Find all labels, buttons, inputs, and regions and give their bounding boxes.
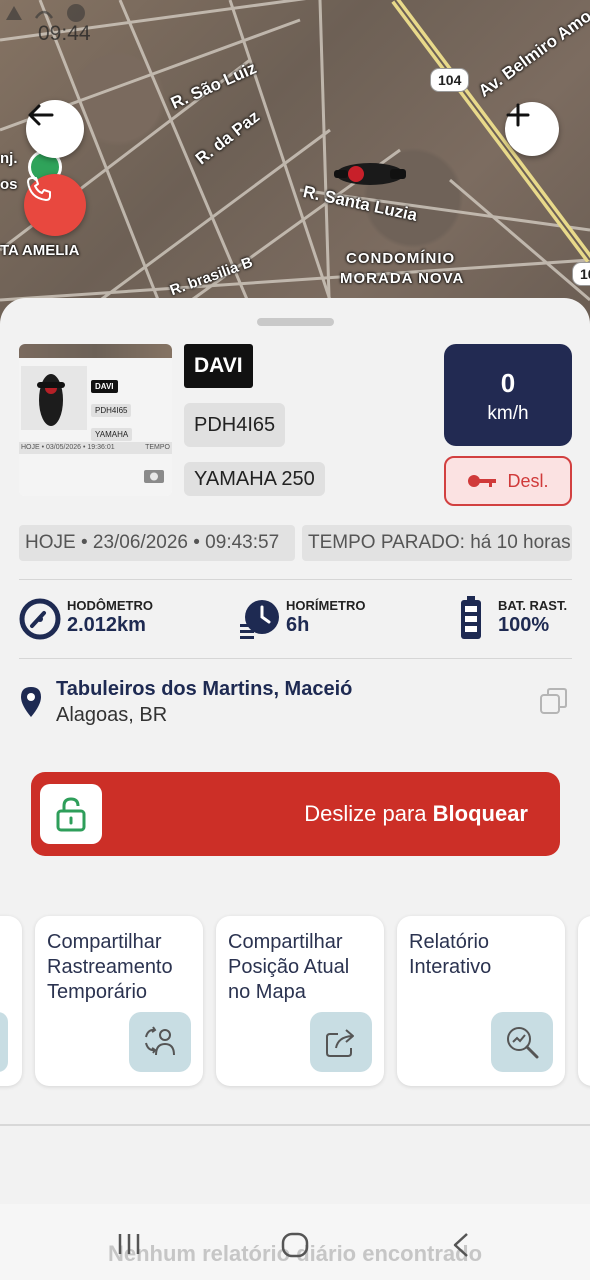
plus-icon (506, 103, 530, 127)
thumbnail-date-bar: HOJE • 03/05/2026 • 19:36:01 TEMPO (19, 442, 172, 454)
share-users-icon (145, 1026, 175, 1056)
action-card-partial-right[interactable] (578, 916, 590, 1086)
speed-unit: km/h (487, 403, 529, 424)
place-label: CONDOMÍNIO (346, 250, 456, 267)
thumbnail-name: DAVI (91, 380, 118, 393)
divider (0, 1124, 590, 1126)
odometer-value: 2.012km (67, 614, 146, 636)
copy-icon[interactable] (539, 686, 569, 716)
address-line-1: Tabuleiros dos Martins, Maceió (56, 678, 353, 700)
hourmeter-stat: HORÍMETRO 6h (240, 594, 390, 644)
phone-icon (27, 177, 51, 201)
zoom-in-button[interactable] (505, 102, 559, 156)
share-temporary-tracking-card[interactable]: Compartilhar Rastreamento Temporário (35, 916, 203, 1086)
camera-icon[interactable] (143, 466, 165, 484)
vehicle-marker-icon[interactable] (328, 154, 412, 194)
sheet-drag-handle[interactable] (257, 318, 334, 326)
partial-card-icon (0, 1012, 8, 1072)
thumbnail-date: HOJE • 03/05/2026 • 19:36:01 (21, 444, 115, 451)
thumbnail-plate: PDH4I65 (91, 404, 132, 417)
battery-label: BAT. RAST. (498, 598, 568, 613)
clock-icon (240, 600, 279, 639)
card-title: Compartilhar Rastreamento Temporário (47, 931, 173, 1003)
odometer-stat: HODÔMETRO 2.012km (19, 594, 189, 644)
thumbnail-bar-right: TEMPO (145, 444, 170, 451)
status-icons (6, 4, 85, 22)
place-label: os (0, 176, 18, 193)
unlock-icon (56, 797, 86, 832)
battery-stat: BAT. RAST. 100% (458, 594, 572, 644)
arrow-left-icon (28, 104, 54, 126)
report-search-icon (507, 1027, 539, 1059)
thumbnail-bike-photo (21, 366, 87, 430)
slide-to-lock-button[interactable]: Deslize para Bloquear (31, 772, 560, 856)
divider (19, 579, 572, 580)
speed-value: 0 (500, 368, 516, 398)
map-view[interactable]: R. São Luiz R. da Paz R. Santa Luzia Av.… (0, 0, 590, 330)
slider-prefix: Deslize para (304, 801, 433, 826)
action-card-partial-left[interactable] (0, 916, 22, 1086)
vehicle-plate-tag: PDH4I65 (184, 403, 286, 447)
recent-apps-icon[interactable] (116, 1232, 142, 1256)
slider-label: Deslize para Bloquear (304, 801, 528, 827)
slider-action: Bloquear (432, 801, 528, 826)
back-button[interactable] (26, 100, 84, 158)
road-badge: 104 (430, 68, 470, 92)
road-badge: 10 (572, 262, 590, 286)
key-icon (468, 475, 497, 487)
back-nav-icon[interactable] (451, 1232, 471, 1258)
vehicle-name-tag: DAVI (184, 344, 253, 388)
share-current-position-card[interactable]: Compartilhar Posição Atual no Mapa (216, 916, 384, 1086)
ignition-status-badge: Desl. (444, 456, 572, 506)
speed-indicator: 0 km/h (444, 344, 572, 446)
battery-icon (461, 596, 481, 639)
vehicle-thumbnail[interactable]: DAVI PDH4I65 YAMAHA HOJE • 03/05/2026 • … (19, 344, 172, 496)
card-title: Compartilhar Posição Atual no Mapa (228, 931, 350, 1003)
hourmeter-value: 6h (286, 614, 310, 636)
place-label: nj. (0, 150, 18, 167)
home-icon[interactable] (281, 1232, 309, 1258)
location-pin-icon (21, 687, 41, 717)
call-button[interactable] (24, 174, 86, 236)
stopped-time-pill: TEMPO PARADO: há 10 horas (302, 525, 572, 561)
interactive-report-card[interactable]: Relatório Interativo (397, 916, 565, 1086)
vehicle-model-tag: YAMAHA 250 (184, 462, 325, 496)
card-icon-box (491, 1012, 553, 1072)
card-icon-box (129, 1012, 191, 1072)
thumbnail-map-strip (19, 344, 172, 358)
vehicle-details-sheet: DAVI PDH4I65 YAMAHA HOJE • 03/05/2026 • … (0, 298, 590, 1280)
slider-knob[interactable] (40, 784, 102, 844)
map-roads (0, 0, 590, 330)
divider (19, 658, 572, 659)
hourmeter-label: HORÍMETRO (286, 598, 366, 613)
share-arrow-icon (326, 1029, 354, 1057)
place-label: TA AMELIA (0, 242, 80, 259)
battery-value: 100% (498, 614, 550, 636)
card-title: Relatório Interativo (409, 931, 492, 978)
place-label: MORADA NOVA (340, 270, 465, 287)
ignition-label: Desl. (507, 470, 549, 491)
address-line-2: Alagoas, BR (56, 704, 168, 726)
speedometer-icon (19, 598, 61, 640)
odometer-label: HODÔMETRO (67, 598, 153, 613)
last-update-pill: HOJE • 23/06/2026 • 09:43:57 (19, 525, 295, 561)
card-icon-box (310, 1012, 372, 1072)
thumbnail-model: YAMAHA (91, 428, 133, 441)
